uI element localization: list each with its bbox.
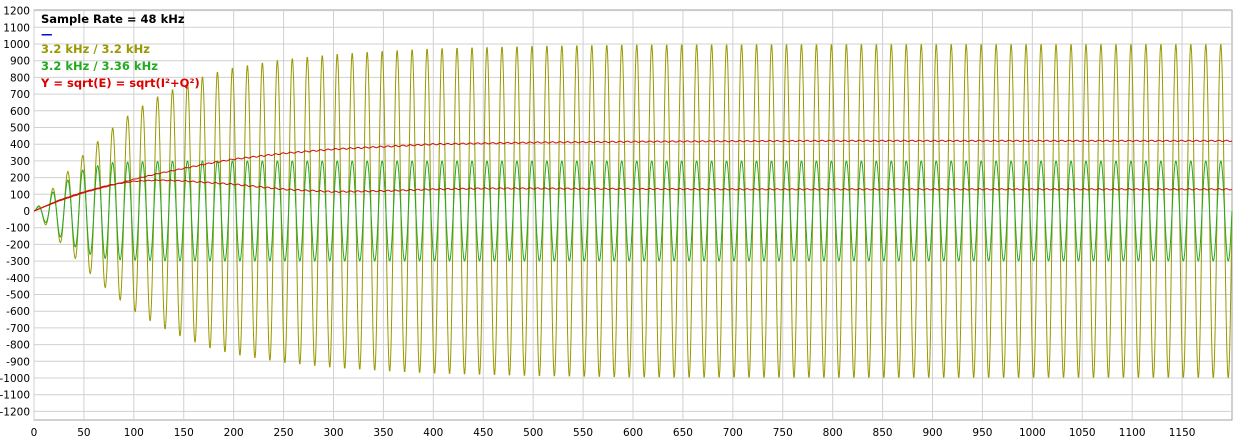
x-tick-label: 100 [124,427,144,439]
x-tick-label: 1050 [1069,427,1096,439]
x-tick-label: 300 [323,427,343,439]
legend-entry-red: Y = sqrt(E) = sqrt(I²+Q²) [41,76,200,90]
y-tick-label: 0 [23,206,30,218]
legend-entry-blue-marker: — [41,27,53,41]
x-tick-label: 1150 [1169,427,1196,439]
y-tick-label: -700 [6,323,30,335]
y-tick-label: 100 [10,189,30,201]
y-tick-label: -500 [6,290,30,302]
y-tick-label: 500 [10,123,30,135]
legend-entry-sample-rate: Sample Rate = 48 kHz [41,12,185,26]
y-tick-label: -1200 [0,406,30,418]
y-tick-label: 1100 [3,22,30,34]
x-tick-label: 850 [873,427,893,439]
x-tick-label: 700 [723,427,743,439]
x-tick-label: 50 [77,427,90,439]
y-tick-label: 800 [10,72,30,84]
y-tick-label: 1200 [3,6,30,18]
x-tick-label: 900 [922,427,942,439]
y-tick-label: -800 [6,340,30,352]
y-tick-label: 300 [10,156,30,168]
x-tick-label: 250 [274,427,294,439]
x-tick-label: 200 [224,427,244,439]
x-tick-label: 950 [972,427,992,439]
x-tick-label: 150 [174,427,194,439]
x-tick-label: 750 [773,427,793,439]
x-tick-label: 550 [573,427,593,439]
legend: Sample Rate = 48 kHz — 3.2 kHz / 3.2 kHz… [41,11,200,92]
y-tick-label: 700 [10,89,30,101]
y-tick-label: 600 [10,106,30,118]
y-tick-label: 400 [10,139,30,151]
y-tick-label: -200 [6,239,30,251]
x-tick-label: 500 [523,427,543,439]
x-tick-label: 1100 [1119,427,1146,439]
y-tick-label: -1000 [0,373,30,385]
x-tick-label: 350 [373,427,393,439]
y-tick-label: 900 [10,56,30,68]
legend-entry-green: 3.2 kHz / 3.36 kHz [41,59,158,73]
x-tick-label: 450 [473,427,493,439]
y-tick-label: -900 [6,356,30,368]
x-tick-label: 650 [673,427,693,439]
y-tick-label: 1000 [3,39,30,51]
x-tick-label: 400 [423,427,443,439]
y-tick-label: -1100 [0,390,30,402]
x-tick-label: 600 [623,427,643,439]
y-tick-label: -600 [6,306,30,318]
y-tick-label: -300 [6,256,30,268]
legend-entry-olive: 3.2 kHz / 3.2 kHz [41,42,150,56]
y-tick-label: 200 [10,173,30,185]
x-tick-label: 1000 [1019,427,1046,439]
y-tick-label: -100 [6,223,30,235]
x-tick-label: 0 [31,427,38,439]
y-tick-label: -400 [6,273,30,285]
x-tick-label: 800 [823,427,843,439]
